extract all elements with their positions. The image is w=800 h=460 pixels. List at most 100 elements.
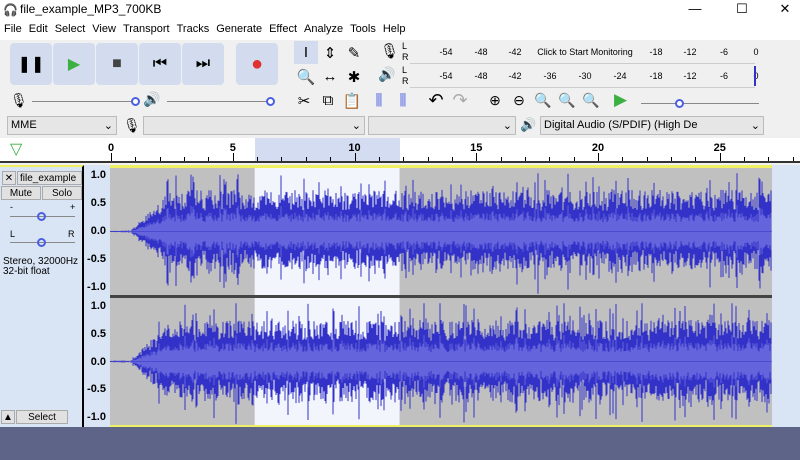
fit-project-button[interactable]: 🔍 <box>555 89 579 112</box>
menu-select[interactable]: Select <box>53 19 91 40</box>
envelope-tool-button[interactable]: ⇕ <box>318 41 342 64</box>
menu-generate[interactable]: Generate <box>214 19 267 40</box>
select-track-button[interactable]: Select <box>16 410 68 424</box>
ruler-tick <box>354 153 356 161</box>
fit-selection-button[interactable]: 🔍 <box>531 89 555 112</box>
collapse-track-button[interactable]: ▲ <box>1 410 15 424</box>
mute-button[interactable]: Mute <box>1 186 41 200</box>
vruler-label: 1.0 <box>90 169 106 181</box>
time-shift-icon: ↔ <box>322 68 338 85</box>
menu-analyze[interactable]: Analyze <box>302 19 348 40</box>
trim-button[interactable]: ⫼ <box>367 89 391 112</box>
audio-host-select[interactable]: MME ⌄ <box>7 116 117 135</box>
zoom-icon: 🔍 <box>296 68 316 86</box>
vruler-label: -1.0 <box>87 281 106 293</box>
meter-tick-label: -18 <box>649 71 663 81</box>
minimize-button[interactable]: — <box>680 0 710 19</box>
playback-volume-thumb[interactable] <box>266 97 275 106</box>
silence-icon: ⫼ <box>399 92 407 109</box>
multi-tool-button[interactable]: ✱ <box>342 65 366 88</box>
ruler-label: 25 <box>713 142 726 154</box>
zoom-toggle-button[interactable]: 🔍 <box>579 89 603 112</box>
meter-tick-label: -42 <box>508 47 522 57</box>
play-meter-icon[interactable]: 🔊 <box>378 66 395 83</box>
copy-button[interactable]: ⧉ <box>316 89 340 112</box>
ruler-label: 10 <box>348 142 361 154</box>
track-name: file_example <box>20 173 77 184</box>
menu-edit[interactable]: Edit <box>27 19 53 40</box>
playback-volume-slider[interactable] <box>167 101 272 102</box>
zoom-out-button[interactable]: ⊖ <box>507 89 531 112</box>
time-shift-tool-button[interactable]: ↔ <box>318 65 342 88</box>
record-meter-icon[interactable]: 🎙 <box>380 42 399 60</box>
pause-button[interactable]: ❚❚ <box>10 43 52 85</box>
undo-button[interactable]: ↶ <box>424 89 448 112</box>
play-speed-thumb[interactable] <box>675 99 684 108</box>
record-volume-slider[interactable] <box>32 101 137 102</box>
ruler-tick <box>549 157 551 161</box>
track-close-button[interactable]: ✕ <box>2 171 16 185</box>
meter-tick-label: -6 <box>719 71 729 81</box>
waveform-view[interactable] <box>110 165 800 427</box>
skip-end-button[interactable]: ⏭ <box>182 43 224 85</box>
close-button[interactable]: ✕ <box>770 0 800 19</box>
output-device-icon: 🔊 <box>520 117 537 132</box>
playback-meter[interactable]: -54 -48 -42 -36 -30 -24 -18 -12 -6 0 L R <box>402 65 759 88</box>
solo-button[interactable]: Solo <box>42 186 82 200</box>
input-channels-select[interactable]: ⌄ <box>368 116 516 135</box>
channel-separator <box>110 295 772 298</box>
ruler-tick <box>768 157 770 161</box>
gain-thumb[interactable] <box>37 212 46 221</box>
meter-channel-left: L <box>402 41 408 51</box>
timeline-ruler[interactable]: ▽ 0 5 10 15 20 25 <box>0 138 800 163</box>
menu-effect[interactable]: Effect <box>267 19 302 40</box>
ruler-tick <box>427 157 429 161</box>
play-button[interactable]: ▶ <box>53 43 95 85</box>
track-menu-button[interactable]: file_example▼ <box>17 171 82 197</box>
maximize-button[interactable]: ☐ <box>727 0 757 19</box>
menu-view[interactable]: View <box>90 19 121 40</box>
paste-icon: 📋 <box>342 92 362 110</box>
track-end-area <box>772 165 800 427</box>
ruler-tick <box>208 157 210 161</box>
cut-button[interactable]: ✂ <box>292 89 316 112</box>
meter-tick-label: -18 <box>649 47 663 57</box>
timeline-options-icon[interactable]: ▽ <box>10 139 22 159</box>
meter-tick-label: 0 <box>753 47 759 57</box>
pan-thumb[interactable] <box>37 238 46 247</box>
record-button[interactable]: ● <box>236 43 278 85</box>
input-device-select[interactable]: ⌄ <box>143 116 365 135</box>
ruler-tick <box>403 157 405 161</box>
paste-button[interactable]: 📋 <box>340 89 364 112</box>
meter-tick-label: -12 <box>683 47 697 57</box>
zoom-tool-button[interactable]: 🔍 <box>294 65 318 88</box>
menu-tracks[interactable]: Tracks <box>175 19 215 40</box>
zoom-in-button[interactable]: ⊕ <box>483 89 507 112</box>
play-speed-slider[interactable] <box>641 103 759 104</box>
record-meter[interactable]: -54 -48 -42 Click to Start Monitoring -18 -12… <box>402 41 759 64</box>
ruler-tick <box>744 157 746 161</box>
menu-transport[interactable]: Transport <box>121 19 175 40</box>
selection-tool-button[interactable]: I <box>294 41 318 64</box>
input-device-icon: 🎙 <box>123 117 141 133</box>
redo-button[interactable]: ↷ <box>448 89 472 112</box>
record-volume-thumb[interactable] <box>131 97 140 106</box>
stop-button[interactable]: ■ <box>96 43 138 85</box>
menu-bar: File Edit Select View Transport Tracks Generat… <box>0 19 800 40</box>
ruler-tick <box>524 157 526 161</box>
play-at-speed-button[interactable]: ▶ <box>614 90 627 110</box>
silence-button[interactable]: ⫼ <box>391 89 415 112</box>
ruler-tick <box>476 153 478 161</box>
menu-help[interactable]: Help <box>381 19 411 40</box>
ruler-tick <box>330 157 332 161</box>
draw-tool-button[interactable]: ✎ <box>342 41 366 64</box>
menu-tools[interactable]: Tools <box>348 19 381 40</box>
menu-file[interactable]: File <box>2 19 27 40</box>
vruler-label: 0.0 <box>90 225 106 237</box>
output-device-value: Digital Audio (S/PDIF) (High De <box>544 119 698 131</box>
vruler-label: 1.0 <box>90 300 106 312</box>
output-device-select[interactable]: Digital Audio (S/PDIF) (High De ⌄ <box>540 116 764 135</box>
empty-track-space <box>0 427 800 460</box>
skip-start-button[interactable]: ⏮ <box>139 43 181 85</box>
ruler-tick <box>695 157 697 161</box>
